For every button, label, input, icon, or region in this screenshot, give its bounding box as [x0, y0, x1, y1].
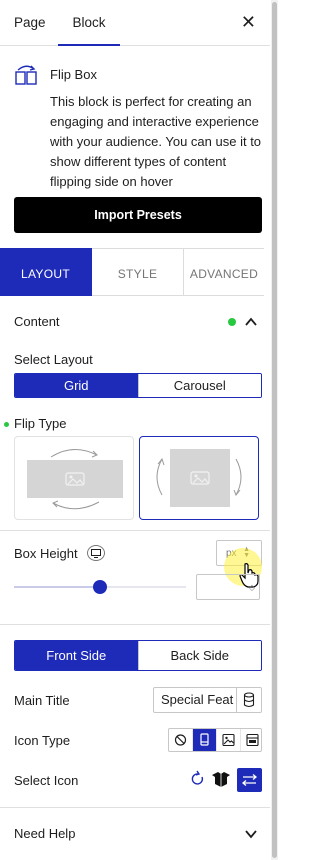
monitor-icon: [91, 549, 101, 558]
box-height-input[interactable]: ◇: [196, 574, 260, 600]
block-description: This block is perfect for creating an en…: [50, 94, 262, 189]
tab-layout[interactable]: LAYOUT: [0, 248, 92, 296]
flip-type-label: Flip Type: [14, 416, 67, 431]
slider-thumb[interactable]: [93, 580, 107, 594]
side-toggle: Front Side Back Side: [14, 640, 262, 671]
vertical-flip-icon: [156, 449, 242, 507]
section-title: Content: [14, 314, 60, 329]
tab-page[interactable]: Page: [14, 0, 46, 46]
tab-advanced[interactable]: ADVANCED: [184, 248, 264, 296]
icon-type-svg[interactable]: [241, 729, 264, 751]
horizontal-flip-icon: [27, 449, 123, 510]
layout-toggle: Grid Carousel: [14, 373, 262, 398]
select-icon-label: Select Icon: [14, 773, 79, 788]
content-section-header[interactable]: Content: [14, 314, 262, 332]
chevron-up-icon[interactable]: [244, 315, 258, 329]
top-tab-bar: Page Block ✕: [0, 0, 270, 46]
main-title-label: Main Title: [14, 693, 70, 708]
flip-box-icon: [15, 65, 37, 85]
flip-type-vertical[interactable]: [139, 436, 259, 520]
scrollbar[interactable]: [271, 0, 278, 860]
status-dot: [228, 318, 236, 326]
select-layout-label: Select Layout: [14, 352, 93, 367]
box-height-slider[interactable]: [14, 580, 186, 594]
swap-icon-button[interactable]: [237, 768, 262, 792]
stepper-arrows-icon[interactable]: ◇: [249, 583, 255, 592]
divider: [0, 530, 270, 531]
image-icon: [222, 733, 235, 747]
icon-type-icon[interactable]: [193, 729, 217, 751]
reset-icon[interactable]: [190, 767, 206, 791]
block-title: Flip Box: [50, 67, 97, 82]
panel-tab-bar: LAYOUT STYLE ADVANCED: [0, 248, 264, 296]
tab-block[interactable]: Block: [58, 0, 120, 46]
database-icon: [243, 692, 255, 708]
need-help-header[interactable]: Need Help: [14, 826, 75, 841]
close-icon[interactable]: ✕: [241, 12, 256, 32]
icon-type-none[interactable]: [169, 729, 193, 751]
main-title-input[interactable]: Special Feat: [153, 687, 237, 713]
icon-type-label: Icon Type: [14, 733, 71, 748]
divider: [0, 807, 270, 808]
layout-option-grid[interactable]: Grid: [15, 374, 138, 397]
icon-type-image[interactable]: [217, 729, 241, 751]
tab-style[interactable]: STYLE: [92, 248, 184, 296]
responsive-device-button[interactable]: [87, 545, 105, 561]
status-dot: [4, 422, 9, 427]
flip-type-horizontal[interactable]: [14, 436, 134, 520]
box-height-label: Box Height: [14, 546, 78, 561]
side-option-front[interactable]: Front Side: [15, 641, 138, 670]
slider-fill: [14, 586, 100, 588]
icon-type-toggle: [168, 728, 262, 752]
swap-icon: [241, 774, 258, 786]
icon-icon: [200, 733, 209, 746]
layout-option-carousel[interactable]: Carousel: [137, 374, 261, 397]
box-open-icon: [212, 772, 230, 787]
divider: [0, 624, 270, 625]
dynamic-content-button[interactable]: [237, 687, 262, 713]
none-icon: [174, 734, 187, 746]
scrollbar-thumb[interactable]: [272, 2, 277, 858]
svg-icon: [246, 733, 259, 747]
chevron-down-icon[interactable]: [244, 827, 258, 841]
import-presets-button[interactable]: Import Presets: [14, 197, 262, 233]
side-option-back[interactable]: Back Side: [137, 641, 261, 670]
